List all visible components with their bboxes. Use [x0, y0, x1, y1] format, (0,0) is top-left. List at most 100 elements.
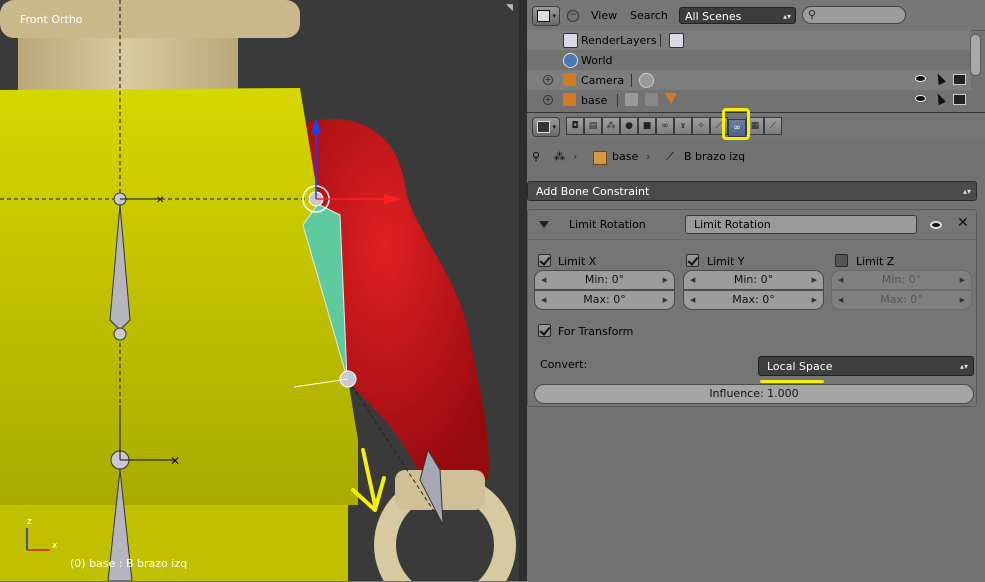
viewport-title: Front Ortho	[20, 13, 83, 26]
3d-viewport[interactable]: ✕ ✕ z x Front Ortho (0) base : B brazo i…	[0, 0, 519, 581]
breadcrumb-bone: B brazo izq	[684, 150, 746, 163]
properties-header: ▾ ◘ ▤ ⁂ ● ■ ∞ ɤ ✧ ⟋ ∞ ▦ ⟋	[527, 108, 985, 140]
updown-arrow-icon: ▴▾	[959, 362, 968, 371]
outliner-header: ▾ − View Search All Scenes ▴▾ ⚲	[527, 0, 985, 31]
render-tab-icon[interactable]: ◘	[566, 117, 584, 135]
render-layer-icon[interactable]	[669, 33, 684, 48]
limit-z-max-field[interactable]: ◀ Max: 0° ▶	[831, 290, 972, 310]
render-layers-tab-icon[interactable]: ▤	[584, 117, 602, 135]
updown-arrow-icon: ▴▾	[962, 187, 971, 196]
limit-x-min-field[interactable]: ◀ Min: 0° ▶	[534, 270, 675, 290]
display-mode-value: All Scenes	[685, 10, 742, 23]
limit-y-max-field[interactable]: ◀ Max: 0° ▶	[683, 290, 824, 310]
corner-grip-icon[interactable]: ◤	[3, 3, 13, 13]
search-icon: ⚲	[808, 8, 817, 21]
properties-editor: ▾ ◘ ▤ ⁂ ● ■ ∞ ɤ ✧ ⟋ ∞ ▦ ⟋ ⚲ ⁂ › base › ⟋…	[527, 108, 985, 582]
camera-data-icon[interactable]	[639, 73, 654, 88]
yellow-body-mesh	[0, 88, 358, 505]
breadcrumb-separator-icon: ›	[646, 150, 651, 163]
corner-grip-icon[interactable]: ◥	[506, 3, 516, 13]
collapse-triangle-icon[interactable]	[539, 221, 549, 228]
outliner-row[interactable]: RenderLayers	[527, 30, 971, 50]
convert-space-value: Local Space	[767, 360, 833, 373]
breadcrumb-separator-icon: ›	[573, 150, 578, 163]
pose-icon[interactable]	[645, 93, 658, 106]
svg-text:✕: ✕	[170, 454, 180, 468]
particles-tab-icon[interactable]: ⟋	[764, 117, 782, 135]
highlight-box	[722, 108, 750, 140]
constraint-panel: Limit Rotation Limit Rotation ✕ Limit X …	[527, 209, 977, 407]
object-tab-icon[interactable]: ■	[638, 117, 656, 135]
constraint-visibility-eye-icon[interactable]	[930, 221, 942, 229]
breadcrumb-object: base	[612, 150, 639, 163]
world-tab-icon[interactable]: ●	[620, 117, 638, 135]
bone-icon: ⟋	[666, 150, 674, 163]
armature-data-icon[interactable]	[625, 93, 638, 106]
camera-object-icon	[563, 73, 576, 86]
constraints-tab-icon[interactable]: ∞	[656, 117, 674, 135]
outliner: ▾ − View Search All Scenes ▴▾ ⚲ RenderLa…	[527, 0, 985, 112]
delete-constraint-icon[interactable]: ✕	[957, 215, 969, 231]
editor-type-button[interactable]: ▾	[532, 117, 560, 137]
convert-space-select[interactable]: Local Space ▴▾	[758, 356, 974, 376]
view-menu[interactable]: View	[591, 9, 617, 22]
outliner-row[interactable]: + base	[527, 90, 971, 110]
limit-y-label: Limit Y	[707, 255, 745, 268]
right-panel: ▾ − View Search All Scenes ▴▾ ⚲ RenderLa…	[527, 0, 985, 582]
material-icon[interactable]	[665, 93, 677, 104]
limit-y-checkbox[interactable]	[686, 254, 699, 267]
collapse-icon[interactable]: −	[567, 10, 579, 22]
limit-x-checkbox[interactable]	[538, 254, 551, 267]
world-icon	[563, 53, 578, 68]
axis-z-label: z	[27, 517, 32, 527]
outliner-row-label: RenderLayers	[581, 34, 657, 47]
render-camera-icon[interactable]	[953, 74, 966, 85]
for-transform-checkbox[interactable]	[538, 324, 551, 337]
add-bone-constraint-label: Add Bone Constraint	[536, 185, 650, 198]
add-bone-constraint-button[interactable]: Add Bone Constraint ▴▾	[527, 181, 977, 201]
render-layers-icon	[563, 33, 578, 48]
outliner-row[interactable]: + Camera	[527, 70, 971, 90]
render-camera-icon[interactable]	[953, 94, 966, 105]
area-divider[interactable]	[519, 0, 527, 581]
limit-y-min-field[interactable]: ◀ Min: 0° ▶	[683, 270, 824, 290]
axis-x-label: x	[52, 541, 58, 551]
svg-text:✕: ✕	[156, 195, 164, 206]
armature-data-tab-icon[interactable]: ✧	[692, 117, 710, 135]
constraint-type-label: Limit Rotation	[569, 218, 646, 231]
visibility-eye-icon[interactable]	[915, 95, 926, 102]
outliner-row[interactable]: World	[527, 50, 971, 70]
selectable-cursor-icon[interactable]	[934, 71, 946, 86]
outliner-search-field[interactable]: ⚲	[802, 6, 906, 24]
outliner-editor-icon	[537, 10, 550, 22]
convert-label: Convert:	[540, 358, 588, 371]
highlight-underline	[760, 380, 824, 383]
armature-object-icon	[563, 93, 576, 106]
scene-tab-icon[interactable]: ⁂	[602, 117, 620, 135]
expand-icon[interactable]: +	[543, 75, 553, 85]
constraint-header: Limit Rotation Limit Rotation ✕	[528, 210, 976, 240]
outliner-scrollbar[interactable]	[970, 34, 981, 76]
object-icon	[593, 151, 607, 165]
viewport-scene: ✕ ✕ z x	[0, 0, 516, 581]
selectable-cursor-icon[interactable]	[934, 91, 946, 106]
limit-z-min-field[interactable]: ◀ Min: 0° ▶	[831, 270, 972, 290]
viewport-status: (0) base : B brazo izq	[70, 557, 188, 570]
search-menu[interactable]: Search	[630, 9, 668, 22]
outliner-row-label: base	[581, 94, 608, 107]
modifiers-tab-icon[interactable]: ɤ	[674, 117, 692, 135]
constraint-name-field[interactable]: Limit Rotation	[685, 215, 917, 234]
editor-type-button[interactable]: ▾	[532, 6, 560, 26]
limit-x-label: Limit X	[558, 255, 597, 268]
visibility-eye-icon[interactable]	[915, 75, 926, 82]
limit-x-max-field[interactable]: ◀ Max: 0° ▶	[534, 290, 675, 310]
breadcrumb: ⚲ ⁂ › base › ⟋ B brazo izq	[527, 145, 985, 169]
outliner-row-label: World	[581, 54, 613, 67]
expand-icon[interactable]: +	[543, 95, 553, 105]
pin-icon[interactable]: ⚲	[532, 150, 540, 163]
limit-z-checkbox[interactable]	[835, 254, 848, 267]
updown-arrow-icon: ▴▾	[782, 12, 791, 21]
influence-slider[interactable]: Influence: 1.000	[534, 384, 974, 404]
display-mode-select[interactable]: All Scenes ▴▾	[679, 7, 796, 24]
properties-editor-icon	[537, 121, 550, 133]
